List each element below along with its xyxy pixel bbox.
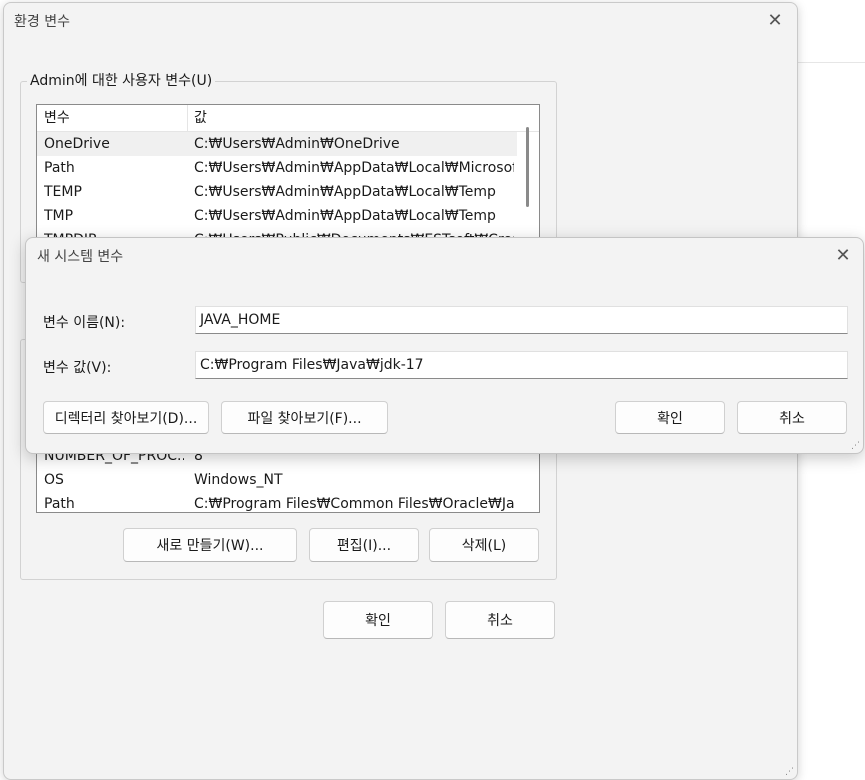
scrollbar-thumb[interactable] (526, 127, 529, 207)
var-value: C:₩Program Files₩Common Files₩Oracle₩Ja.… (194, 496, 514, 512)
ok-button[interactable]: 확인 (615, 401, 725, 434)
browse-directory-button[interactable]: 디렉터리 찾아보기(D)... (43, 401, 209, 434)
dialog-title: 새 시스템 변수 (37, 249, 124, 265)
var-name: Path (44, 496, 75, 512)
close-icon[interactable]: ✕ (763, 9, 787, 33)
var-value: C:₩Users₩Admin₩AppData₩Local₩Microsoft..… (194, 160, 514, 176)
var-value: C:₩Users₩Admin₩AppData₩Local₩Temp (194, 184, 496, 200)
cancel-button[interactable]: 취소 (445, 601, 555, 639)
var-value: C:₩Users₩Admin₩AppData₩Local₩Temp (194, 208, 496, 224)
browse-file-button[interactable]: 파일 찾아보기(F)... (221, 401, 388, 434)
var-name: OS (44, 472, 64, 488)
variable-name-field[interactable]: JAVA_HOME (195, 306, 848, 334)
new-system-variable-dialog: 새 시스템 변수 ✕ 변수 이름(N): JAVA_HOME 변수 값(V): … (25, 237, 864, 454)
variable-name-label: 변수 이름(N): (43, 315, 126, 331)
list-item[interactable]: TEMP C:₩Users₩Admin₩AppData₩Local₩Temp (37, 180, 517, 204)
cancel-button[interactable]: 취소 (737, 401, 847, 434)
variable-value-label: 변수 값(V): (43, 360, 112, 376)
column-header-name[interactable]: 변수 (44, 106, 70, 130)
list-item[interactable]: TMP C:₩Users₩Admin₩AppData₩Local₩Temp (37, 204, 517, 228)
new-button[interactable]: 새로 만들기(W)... (123, 528, 297, 562)
user-vars-group-label: Admin에 대한 사용자 변수(U) (27, 70, 216, 90)
var-name: OneDrive (44, 136, 110, 152)
column-separator (187, 105, 188, 131)
edit-button[interactable]: 편집(I)... (309, 528, 419, 562)
background-divider (797, 62, 865, 63)
var-value: Windows_NT (194, 472, 283, 488)
close-icon[interactable]: ✕ (831, 244, 855, 268)
var-name: Path (44, 160, 75, 176)
ok-button[interactable]: 확인 (323, 601, 433, 639)
column-header-value[interactable]: 값 (194, 106, 207, 130)
var-name: TEMP (44, 184, 82, 200)
list-header: 변수 값 (37, 105, 539, 132)
var-value: C:₩Users₩Admin₩OneDrive (194, 136, 400, 152)
delete-button[interactable]: 삭제(L) (429, 528, 539, 562)
list-item[interactable]: OneDrive C:₩Users₩Admin₩OneDrive (37, 132, 517, 156)
dialog-titlebar[interactable]: 새 시스템 변수 ✕ (26, 238, 863, 274)
var-name: TMP (44, 208, 74, 224)
variable-value-field[interactable]: C:₩Program Files₩Java₩jdk-17 (195, 351, 848, 379)
resize-grip-icon[interactable]: ⋰ (851, 441, 861, 451)
list-item[interactable]: Path C:₩Program Files₩Common Files₩Oracl… (37, 492, 517, 512)
window-title: 환경 변수 (14, 14, 70, 30)
resize-grip-icon[interactable]: ⋰ (785, 767, 795, 777)
list-item[interactable]: Path C:₩Users₩Admin₩AppData₩Local₩Micros… (37, 156, 517, 180)
list-item[interactable]: OS Windows_NT (37, 468, 517, 492)
